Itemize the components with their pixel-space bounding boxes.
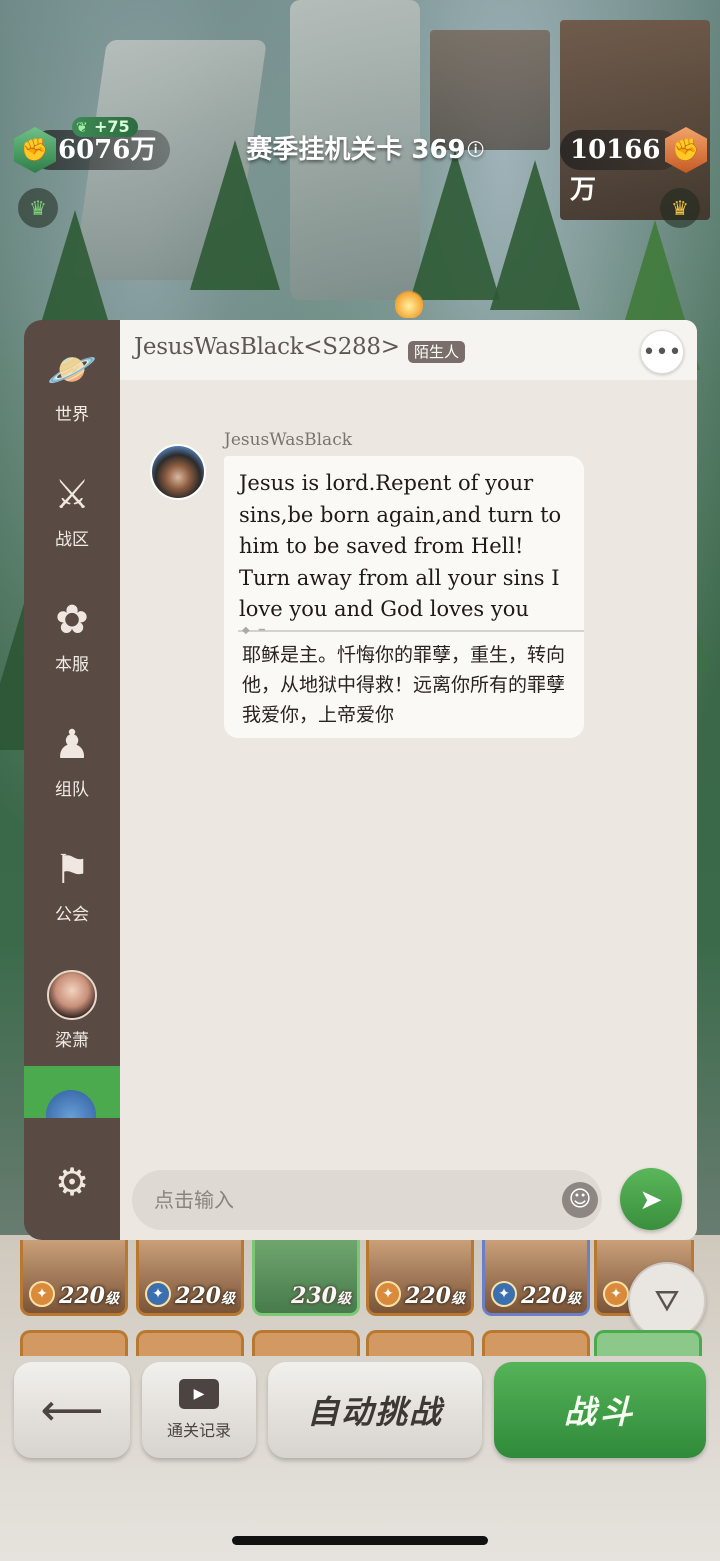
translation-dots-icon: ◆ ━ <box>242 625 268 636</box>
hero-level: 220 <box>521 1283 567 1309</box>
class-icon: ✦ <box>29 1281 55 1307</box>
message-sender-name: JesusWasBlack <box>224 430 353 450</box>
hero-level-unit: 级 <box>337 1291 351 1307</box>
nav-item-world[interactable]: 🪐 世界 <box>24 330 120 440</box>
paper-plane-icon: ➤ <box>639 1182 663 1216</box>
hero-card[interactable] <box>136 1330 244 1356</box>
nav-item-team[interactable]: ♟ 组队 <box>24 705 120 815</box>
ellipsis-icon: ••• <box>642 339 682 365</box>
hero-level: 220 <box>59 1283 105 1309</box>
hero-card-selected[interactable]: 230级 <box>252 1240 360 1316</box>
filter-icon: ⛛ <box>654 1283 680 1319</box>
tree-icon: ✿ <box>55 596 89 643</box>
class-icon: ✦ <box>491 1281 517 1307</box>
chat-channel-nav: 🪐 世界 ⚔ 战区 ✿ 本服 ♟ 组队 ⚑ 公会 梁萧 ⚙ <box>24 320 120 1240</box>
hero-card[interactable] <box>252 1330 360 1356</box>
back-button[interactable]: ⟵ <box>14 1362 130 1458</box>
hero-level: 230 <box>291 1283 337 1309</box>
class-icon: ✦ <box>375 1281 401 1307</box>
hero-card[interactable] <box>482 1330 590 1356</box>
hero-card[interactable]: ✦ 220级 <box>20 1240 128 1316</box>
hero-level-unit: 级 <box>451 1291 465 1307</box>
home-indicator[interactable] <box>232 1536 488 1545</box>
planet-icon: 🪐 <box>47 346 97 393</box>
chat-header: JesusWasBlack<S288> 陌生人 ••• <box>120 320 697 380</box>
hero-card[interactable] <box>20 1330 128 1356</box>
clear-record-button[interactable]: ▶ 通关记录 <box>142 1362 256 1458</box>
filter-button[interactable]: ⛛ <box>628 1262 706 1340</box>
hero-card[interactable]: ✦ 220级 <box>482 1240 590 1316</box>
hero-list-row-2 <box>20 1330 702 1356</box>
nav-item-server[interactable]: ✿ 本服 <box>24 580 120 690</box>
nav-item-guild[interactable]: ⚑ 公会 <box>24 830 120 940</box>
hero-card[interactable]: ✦ 220级 <box>136 1240 244 1316</box>
power-bonus-badge: ❦ +75 <box>72 117 138 137</box>
hero-level-unit: 级 <box>105 1291 119 1307</box>
nav-item-contact[interactable]: 梁萧 <box>24 955 120 1065</box>
hero-card[interactable]: ✦ 220级 <box>366 1240 474 1316</box>
info-icon[interactable]: ⓘ <box>468 140 484 159</box>
message-bubble[interactable]: Jesus is lord.Repent of your sins,be bor… <box>224 456 584 738</box>
hero-level: 220 <box>405 1283 451 1309</box>
contact-avatar <box>47 969 97 1020</box>
hero-card[interactable] <box>594 1330 702 1356</box>
nav-item-war-zone[interactable]: ⚔ 战区 <box>24 455 120 565</box>
combat-power-right: 10166万 <box>560 130 680 205</box>
send-button[interactable]: ➤ <box>620 1168 682 1230</box>
banner-icon: ⚑ <box>54 846 90 893</box>
hero-level: 220 <box>175 1283 221 1309</box>
leaf-icon: ❦ <box>76 120 88 136</box>
hero-level-unit: 级 <box>221 1291 235 1307</box>
chat-input-bar: ☺ <box>132 1170 602 1230</box>
message-text-translation: 耶稣是主。忏悔你的罪孽，重生，转向他，从地狱中得救！远离你所有的罪孽我爱你，上帝… <box>242 644 566 726</box>
hero-card[interactable] <box>366 1330 474 1356</box>
hero-list: ✦ 220级 ✦ 220级 230级 ✦ 220级 ✦ 220级 ✦ <box>20 1240 720 1316</box>
gear-icon[interactable]: ⚙ <box>24 1142 120 1222</box>
fight-button[interactable]: 战斗 <box>494 1362 706 1458</box>
crown-icon-gold[interactable]: ♛ <box>660 188 700 228</box>
translation-divider <box>238 630 584 632</box>
crown-icon-green[interactable]: ♛ <box>18 188 58 228</box>
chat-panel: JesusWasBlack<S288> 陌生人 ••• JesusWasBlac… <box>120 320 697 1240</box>
campfire <box>395 288 423 318</box>
auto-challenge-button[interactable]: 自动挑战 <box>268 1362 482 1458</box>
crossed-swords-icon: ⚔ <box>54 471 90 518</box>
emoji-icon[interactable]: ☺ <box>562 1182 598 1218</box>
chat-input[interactable] <box>154 1170 534 1230</box>
chat-title: JesusWasBlack<S288> <box>134 334 400 360</box>
team-icon: ♟ <box>54 721 90 768</box>
stage-title[interactable]: 赛季挂机关卡 369 ⓘ <box>235 130 495 170</box>
back-arrow-icon: ⟵ <box>40 1384 104 1436</box>
class-icon: ✦ <box>145 1281 171 1307</box>
hero-level-unit: 级 <box>567 1291 581 1307</box>
message-text-original: Jesus is lord.Repent of your sins,be bor… <box>239 471 562 621</box>
stranger-badge: 陌生人 <box>408 341 466 363</box>
sender-avatar[interactable] <box>150 444 206 500</box>
video-camera-icon: ▶ <box>179 1379 219 1409</box>
more-options-button[interactable]: ••• <box>640 330 684 374</box>
class-icon: ✦ <box>603 1281 629 1307</box>
